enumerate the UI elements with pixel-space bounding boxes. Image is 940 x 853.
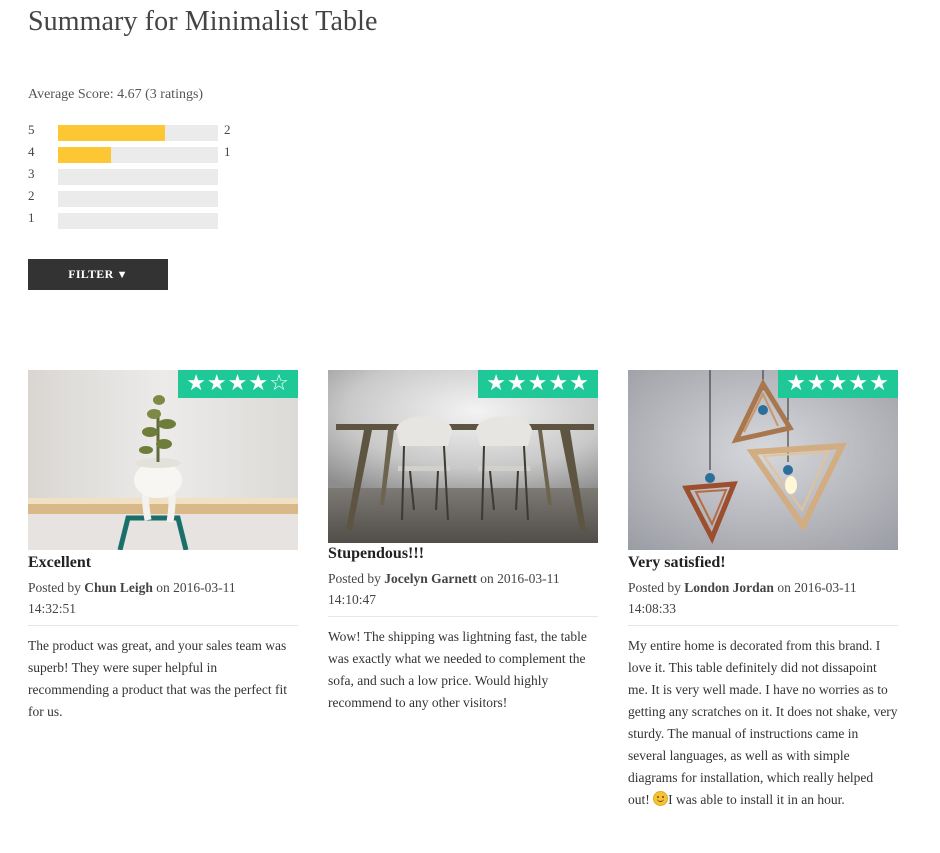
star-level-label: 2 xyxy=(28,188,35,203)
review-author: London Jordan xyxy=(684,580,774,595)
review-title: Stupendous!!! xyxy=(328,545,425,562)
distribution-bar-fill xyxy=(58,125,165,141)
review-author: Chun Leigh xyxy=(84,580,153,595)
distribution-bar-track xyxy=(58,213,218,229)
star-rating-badge: ★★★★★ xyxy=(778,370,898,398)
rating-count: 1 xyxy=(224,144,231,159)
review-time: 14:10:47 xyxy=(328,592,377,607)
caret-down-icon: ▼ xyxy=(116,268,128,281)
review-body-text-end: I was able to install it in an hour. xyxy=(668,792,845,807)
review-date: 2016-03-11 xyxy=(497,571,560,586)
review-date: 2016-03-11 xyxy=(173,580,236,595)
review-title: Excellent xyxy=(28,554,92,571)
review-body: Wow! The shipping was lightning fast, th… xyxy=(328,629,587,710)
distribution-bar-track xyxy=(58,147,218,163)
on-label: on xyxy=(156,580,170,595)
review-body: My entire home is decorated from this br… xyxy=(628,635,898,811)
star-level-label: 3 xyxy=(28,166,35,181)
star-rating-badge: ★★★★★ xyxy=(478,370,598,398)
review-meta: Posted by Chun Leigh on 2016-03-11 14:32… xyxy=(28,577,298,626)
star-level-label: 1 xyxy=(28,210,35,225)
posted-by-label: Posted by xyxy=(328,571,381,586)
review-body: The product was great, and your sales te… xyxy=(28,638,288,719)
distribution-bar-track xyxy=(58,191,218,207)
average-score: Average Score: 4.67 (3 ratings) xyxy=(28,87,204,102)
distribution-bar-fill xyxy=(58,147,112,163)
review-meta: Posted by Jocelyn Garnett on 2016-03-11 … xyxy=(328,568,598,617)
smiley-face-icon xyxy=(653,791,669,806)
posted-by-label: Posted by xyxy=(628,580,681,595)
page-title: Summary for Minimalist Table xyxy=(28,6,378,37)
posted-by-label: Posted by xyxy=(28,580,81,595)
review-meta: Posted by London Jordan on 2016-03-11 14… xyxy=(628,577,898,626)
distribution-bar-track xyxy=(58,169,218,185)
distribution-bar-track xyxy=(58,125,218,141)
review-card: ★★★★★ Very satisfied! Posted by London J… xyxy=(628,370,898,811)
filter-label: FILTER xyxy=(68,267,114,281)
star-level-label: 4 xyxy=(28,144,35,159)
star-level-label: 5 xyxy=(28,122,35,137)
review-card: ★★★★☆ Excellent Posted by Chun Leigh on … xyxy=(28,370,298,723)
filter-button[interactable]: FILTER ▼ xyxy=(28,259,168,290)
review-time: 14:32:51 xyxy=(28,601,77,616)
review-image-table-chairs[interactable]: ★★★★★ xyxy=(328,370,598,543)
review-image-plant-on-table[interactable]: ★★★★☆ xyxy=(28,370,298,550)
review-body-text: My entire home is decorated from this br… xyxy=(628,638,898,807)
review-author: Jocelyn Garnett xyxy=(384,571,477,586)
star-rating-badge: ★★★★☆ xyxy=(178,370,298,398)
review-date: 2016-03-11 xyxy=(794,580,857,595)
review-card: ★★★★★ Stupendous!!! Posted by Jocelyn Ga… xyxy=(328,370,598,714)
review-title: Very satisfied! xyxy=(628,554,726,571)
on-label: on xyxy=(777,580,791,595)
rating-count: 2 xyxy=(224,122,231,137)
on-label: on xyxy=(480,571,494,586)
review-image-pendant-lamps[interactable]: ★★★★★ xyxy=(628,370,898,550)
review-time: 14:08:33 xyxy=(628,601,677,616)
